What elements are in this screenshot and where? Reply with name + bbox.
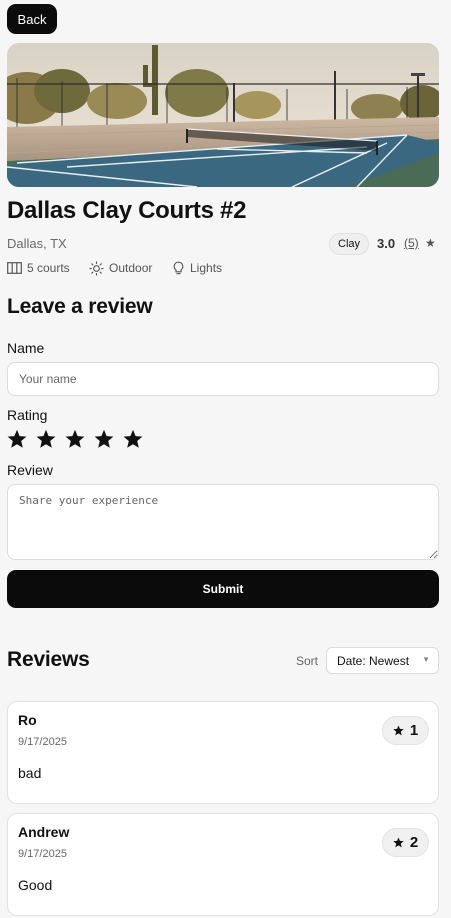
sort-select[interactable]: Date: Newest ▼: [326, 647, 439, 674]
reviewer-name: Andrew: [18, 824, 70, 840]
court-photo: [7, 43, 439, 187]
rating-label: Rating: [7, 407, 48, 423]
feature-lights-label: Lights: [190, 261, 223, 275]
review-text: bad: [18, 765, 42, 781]
name-label: Name: [7, 340, 45, 356]
back-button[interactable]: Back: [7, 4, 57, 34]
rating-star-4[interactable]: [94, 429, 114, 449]
court-name: Dallas Clay Courts #2: [7, 197, 247, 224]
sun-icon: [89, 260, 104, 276]
feature-lights: Lights: [172, 260, 222, 276]
star-icon: [393, 837, 404, 848]
chevron-down-icon: ▼: [422, 655, 430, 664]
average-rating: 3.0: [377, 236, 396, 251]
review-rating-badge: 1: [382, 716, 429, 745]
rating-count-link[interactable]: (5): [404, 236, 419, 250]
review-form-title: Leave a review: [7, 295, 153, 318]
rating-star-5[interactable]: [123, 429, 143, 449]
review-text: Good: [18, 877, 53, 893]
feature-outdoor: Outdoor: [89, 260, 152, 276]
submit-button[interactable]: Submit: [7, 570, 439, 608]
rating-star-1[interactable]: [7, 429, 27, 449]
review-date: 9/17/2025: [18, 848, 67, 860]
reviewer-name: Ro: [18, 712, 37, 728]
sort-select-value: Date: Newest: [337, 653, 410, 668]
review-rating-value: 1: [409, 722, 419, 739]
review-textarea[interactable]: [7, 484, 439, 560]
surface-badge: Clay: [329, 233, 370, 255]
lightbulb-icon: [173, 261, 184, 274]
rating-star-2[interactable]: [36, 429, 56, 449]
name-input[interactable]: [7, 362, 439, 396]
sort-label: Sort: [296, 654, 319, 668]
reviews-title: Reviews: [7, 648, 90, 671]
rating-stars: [7, 429, 143, 449]
review-card: Andrew 9/17/2025 Good 2: [7, 813, 439, 916]
star-icon: [393, 725, 404, 736]
review-rating-value: 2: [409, 834, 419, 851]
feature-courts: 5 courts: [7, 260, 70, 276]
court-count-icon: [7, 262, 22, 274]
star-icon: ★: [425, 236, 436, 250]
court-location: Dallas, TX: [7, 236, 67, 251]
feature-outdoor-label: Outdoor: [109, 261, 153, 275]
feature-courts-label: 5 courts: [27, 261, 70, 275]
review-card: Ro 9/17/2025 bad 1: [7, 701, 439, 804]
review-rating-badge: 2: [382, 828, 429, 857]
review-date: 9/17/2025: [18, 736, 67, 748]
rating-star-3[interactable]: [65, 429, 85, 449]
review-label: Review: [7, 462, 53, 478]
